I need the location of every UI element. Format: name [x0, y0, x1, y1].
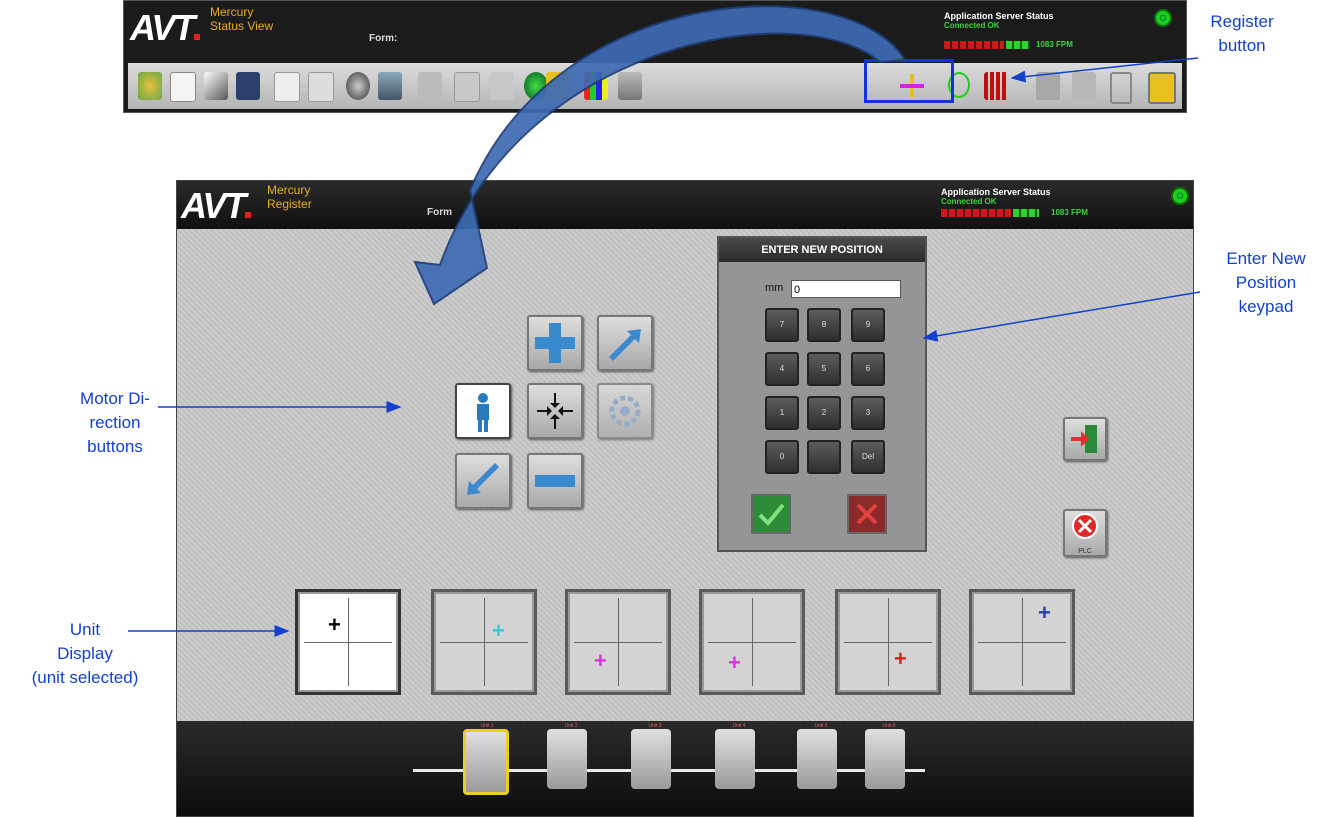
keypad-leader-line: [922, 291, 1201, 342]
annotation-overlay: [128, 5, 1201, 637]
register-leader-line: [1010, 57, 1199, 83]
big-curved-arrow: [413, 5, 907, 306]
